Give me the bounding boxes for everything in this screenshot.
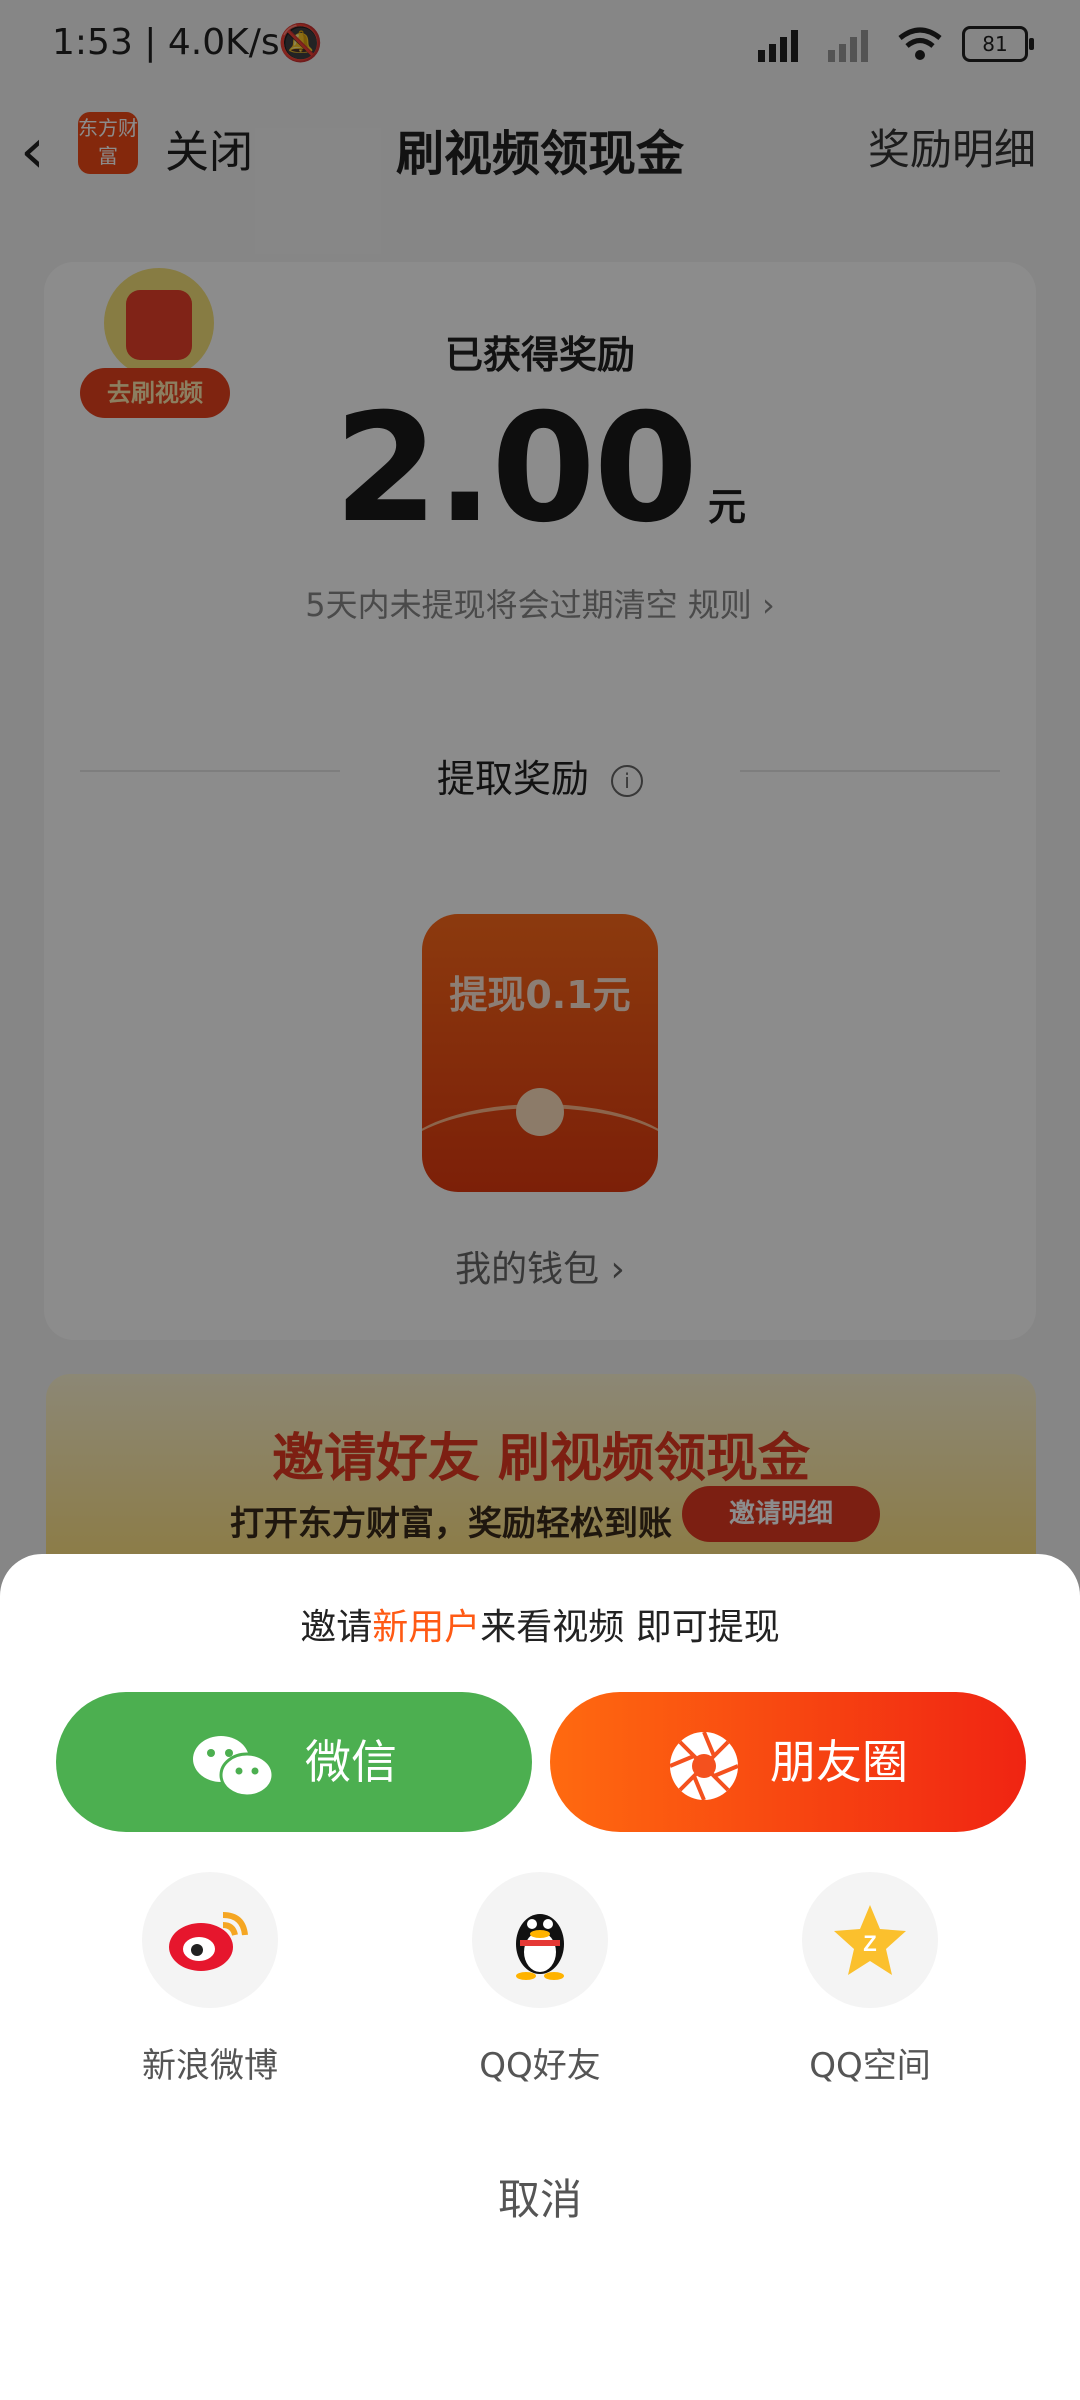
share-prompt: 邀请新用户来看视频 即可提现: [0, 1598, 1080, 1650]
qzone-icon: Z: [834, 1905, 906, 1975]
prompt-highlight: 新用户: [372, 1607, 481, 1648]
share-sheet: 邀请新用户来看视频 即可提现 微信 朋友圈 新浪微博 QQ好友 Z QQ空间 取…: [0, 1554, 1080, 2400]
qq-icon: [516, 1914, 564, 1980]
wechat-label: 微信: [305, 1735, 397, 1789]
share-moments-button[interactable]: 朋友圈: [550, 1692, 1026, 1832]
moments-icon: [669, 1730, 739, 1801]
share-weibo-button[interactable]: 新浪微博: [110, 1872, 310, 2087]
share-item-label: QQ好友: [479, 2046, 601, 2086]
moments-label: 朋友圈: [770, 1735, 908, 1789]
cancel-button[interactable]: 取消: [0, 2166, 1080, 2227]
weibo-icon: [169, 1912, 248, 1971]
weibo-icon-wrap: [142, 1872, 278, 2008]
qq-icon-wrap: [472, 1872, 608, 2008]
qzone-icon-wrap: Z: [802, 1872, 938, 2008]
share-item-label: QQ空间: [809, 2046, 931, 2086]
share-qq-button[interactable]: QQ好友: [440, 1872, 640, 2087]
share-item-label: 新浪微博: [142, 2046, 278, 2086]
wechat-icon: [193, 1735, 275, 1797]
prompt-pre: 邀请: [300, 1607, 373, 1648]
svg-text:Z: Z: [863, 1931, 876, 1956]
share-qzone-button[interactable]: Z QQ空间: [770, 1872, 970, 2087]
prompt-post: 来看视频 即可提现: [480, 1607, 780, 1648]
share-wechat-button[interactable]: 微信: [56, 1692, 532, 1832]
